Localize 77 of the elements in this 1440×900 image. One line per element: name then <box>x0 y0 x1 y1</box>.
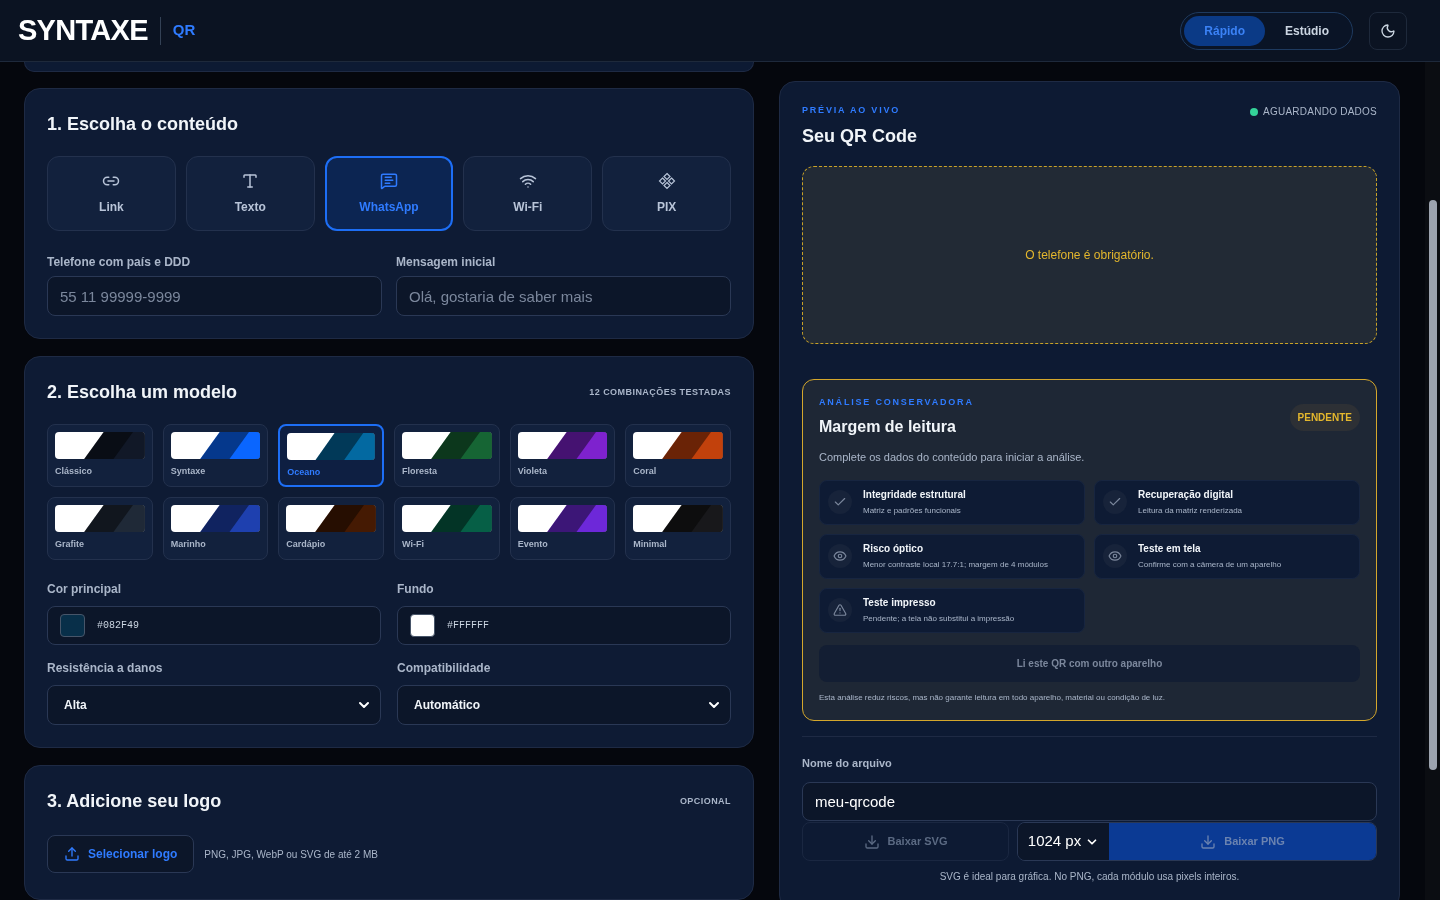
content-type-tab[interactable]: Texto <box>185 156 315 231</box>
template-option[interactable]: Coral <box>625 424 731 487</box>
content-type-tab[interactable]: WhatsApp <box>324 156 454 231</box>
template-option[interactable]: Marinho <box>162 497 269 560</box>
mode-tab[interactable]: Estúdio <box>1265 15 1349 46</box>
download-icon <box>863 833 880 850</box>
section-title: 1. Escolha o conteúdo <box>47 113 240 136</box>
export-note: SVG é ideal para gráfica. No PNG, cada módulo usa pixels inteiros. <box>938 870 1241 884</box>
select-field[interactable]: Alta <box>47 685 381 725</box>
section-note: 12 COMBINAÇÕES TESTADAS <box>589 385 731 399</box>
scrollbar[interactable] <box>1425 62 1440 900</box>
field-label: Telefone com país e DDD <box>47 254 192 271</box>
content-type-tab[interactable]: Link <box>47 156 176 231</box>
moon-icon <box>1380 22 1396 39</box>
disclaimer: Esta análise reduz riscos, mas não garante leitura em todo aparelho, material ou condição de luz. <box>819 691 1166 704</box>
diamonds-icon <box>657 171 676 190</box>
template-option[interactable]: Minimal <box>625 497 731 560</box>
check-detail: Confirme com a câmera de um aparelho <box>1138 559 1282 571</box>
check-detail: Pendente; a tela não substitui a impressão <box>863 613 1015 625</box>
color-value: #FFFFFF <box>447 619 489 633</box>
upload-hint: PNG, JPG, WebP ou SVG de até 2 MB <box>204 847 378 862</box>
logo: SYNTAXE <box>18 12 148 48</box>
template-option[interactable]: Violeta <box>509 424 616 487</box>
content-type-tab[interactable]: Wi-Fi <box>463 156 593 231</box>
product-label: QR <box>172 20 196 41</box>
eyebrow-label: PRÉVIA AO VIVO <box>802 104 902 117</box>
upload-icon <box>64 846 80 862</box>
eye-icon <box>833 549 847 563</box>
field-label: Resistência a danos <box>47 660 164 677</box>
template-option[interactable]: Syntaxe <box>162 424 269 487</box>
check-detail: Leitura da matriz renderizada <box>1138 505 1243 517</box>
filename-field[interactable]: meu-qrcode <box>802 782 1377 821</box>
template-option[interactable]: Evento <box>509 497 616 560</box>
check-title: Risco óptico <box>863 542 924 556</box>
section-title: 3. Adicione seu logo <box>47 790 222 813</box>
check-detail: Menor contraste local 17.7:1; margem de 4 módulos <box>863 559 1048 571</box>
field-label: Fundo <box>397 581 435 598</box>
error-message: O telefone é obrigatório. <box>1025 246 1154 264</box>
check-title: Teste em tela <box>1138 542 1202 556</box>
eyebrow-label: ANÁLISE CONSERVADORA <box>819 395 974 409</box>
check-title: Integridade estrutural <box>863 488 966 502</box>
field-label: Mensagem inicial <box>396 254 497 271</box>
color-value: #082F49 <box>97 619 139 633</box>
panel-title: Seu QR Code <box>802 124 917 148</box>
select-field[interactable]: Automático <box>397 685 731 725</box>
template-option[interactable]: Oceano <box>278 424 384 487</box>
confirm-scan-button[interactable]: Li este QR com outro aparelho <box>819 644 1360 682</box>
message-icon <box>380 171 398 190</box>
check-icon <box>1108 495 1122 509</box>
upload-button[interactable]: Selecionar logo <box>47 835 195 873</box>
field-label: Cor principal <box>47 581 122 598</box>
warning-icon <box>833 603 847 617</box>
eye-icon <box>1108 549 1122 563</box>
text-field[interactable]: 55 11 99999-9999 <box>47 276 382 316</box>
template-option[interactable]: Floresta <box>394 424 500 487</box>
check-detail: Matriz e padrões funcionais <box>863 505 962 517</box>
check-title: Teste impresso <box>863 596 937 610</box>
check-icon <box>833 495 847 509</box>
field-label: Compatibilidade <box>397 660 492 677</box>
status-label: AGUARDANDO DADOS <box>1263 105 1377 119</box>
color-field[interactable]: #FFFFFF <box>397 606 731 645</box>
status-badge: PENDENTE <box>1289 403 1360 431</box>
analysis-description: Complete os dados do conteúdo para iniciar a análise. <box>819 450 1086 465</box>
field-label: Nome do arquivo <box>802 755 893 771</box>
template-option[interactable]: Cardápio <box>278 497 384 560</box>
text-field[interactable]: Olá, gostaria de saber mais <box>396 276 731 316</box>
template-option[interactable]: Wi-Fi <box>394 497 500 560</box>
color-field[interactable]: #082F49 <box>47 606 381 645</box>
template-option[interactable]: Grafite <box>47 497 153 560</box>
text-icon <box>241 171 260 190</box>
check-title: Recuperação digital <box>1138 488 1235 502</box>
section-title: 2. Escolha um modelo <box>47 381 238 404</box>
card-title: Margem de leitura <box>819 417 957 437</box>
template-option[interactable]: Clássico <box>47 424 153 487</box>
theme-toggle[interactable] <box>1369 11 1407 50</box>
optional-label: OPCIONAL <box>679 794 731 808</box>
content-type-tab[interactable]: PIX <box>602 156 731 231</box>
